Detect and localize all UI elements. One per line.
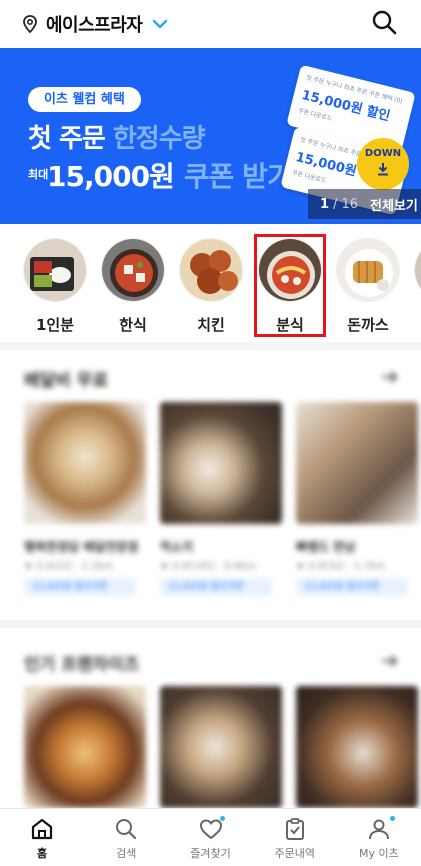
category-label: 치킨: [197, 316, 225, 334]
category-pork-cutlet[interactable]: 돈까스: [335, 238, 401, 335]
download-arrow-icon: [378, 163, 388, 176]
section-title: 인기 프랜차이즈: [24, 655, 140, 675]
category-chicken[interactable]: 치킨: [178, 238, 244, 335]
korean-stew-image: [101, 238, 165, 302]
promo-banner[interactable]: 이츠 웰컴 혜택 첫 주문 한정수량 최대 15,000원 쿠폰 받기 첫 주문…: [0, 48, 421, 224]
restaurant-meta: ★ 4.9(32) · 1.7km: [296, 561, 386, 572]
see-all-button[interactable]: 전체보기: [370, 195, 418, 214]
sashimi-image: [414, 238, 421, 302]
category-label: 1인분: [35, 316, 75, 334]
section-divider: [0, 620, 421, 628]
nav-favorites[interactable]: 즐겨찾기: [168, 809, 252, 866]
location-pin-icon: [23, 15, 37, 33]
category-label: 돈까스: [347, 316, 389, 334]
banner-headline: 첫 주문 한정수량: [28, 118, 206, 155]
section-title: 배달비 무료: [24, 371, 109, 391]
pager-total: 16: [341, 196, 358, 212]
coupon-tag: 15,000원 할인쿠폰: [296, 578, 408, 596]
headline-first-order: 첫 주문: [28, 124, 106, 154]
clipboard-icon: [285, 818, 304, 840]
restaurant-card[interactable]: 행복한정담 배달전문점 ★ 5.0(22) · 2.3km 15,000원 할인…: [24, 402, 146, 596]
nav-label: 홈: [37, 847, 48, 860]
restaurant-meta: ★ 4.9(145) · 0.6km: [160, 561, 256, 572]
pager-current: 1: [320, 196, 330, 212]
arrow-right-icon[interactable]: [381, 370, 399, 384]
nav-search[interactable]: 검색: [84, 809, 168, 866]
nav-my-eats[interactable]: My 이츠: [337, 809, 421, 866]
nav-home[interactable]: 홈: [0, 809, 84, 866]
restaurant-card[interactable]: 빠뱅드 한남 ★ 4.9(32) · 1.7km 15,000원 할인쿠폰: [296, 402, 418, 596]
nav-order-history[interactable]: 주문내역: [253, 809, 337, 866]
restaurant-image: [296, 402, 418, 524]
pager-separator: /: [333, 196, 338, 212]
chevron-down-icon[interactable]: [152, 19, 168, 29]
heart-icon: [199, 819, 222, 840]
bunsik-image: [258, 238, 322, 302]
top-bar: 에이스프라자: [0, 0, 421, 48]
down-label: DOWN: [364, 148, 402, 159]
home-icon: [31, 818, 53, 840]
restaurant-image: [24, 402, 146, 524]
user-icon: [368, 819, 389, 840]
restaurant-image: [24, 686, 146, 808]
category-sashimi[interactable]: 회: [413, 238, 421, 335]
restaurant-image: [160, 686, 282, 808]
restaurant-meta: ★ 5.0(22) · 2.3km: [24, 561, 114, 572]
section-divider: [0, 342, 421, 350]
restaurant-card[interactable]: [24, 686, 146, 808]
nav-label: My 이츠: [359, 847, 399, 860]
restaurant-name: 행복한정담 배달전문점: [24, 540, 139, 554]
welcome-benefit-pill: 이츠 웰컴 혜택: [28, 87, 141, 112]
single-meal-image: [23, 238, 87, 302]
nav-label: 주문내역: [274, 847, 315, 860]
location-label[interactable]: 에이스프라자: [46, 11, 143, 37]
notification-dot: [389, 816, 395, 821]
banner-pager: 1 / 16 전체보기: [308, 189, 421, 219]
download-badge[interactable]: DOWN: [357, 138, 409, 190]
search-icon[interactable]: [371, 9, 397, 35]
fried-chicken-image: [179, 238, 243, 302]
category-bunsik[interactable]: 분식: [257, 238, 323, 335]
max-amount: 15,000원: [47, 160, 175, 193]
nav-label: 검색: [116, 847, 137, 860]
banner-subheadline: 최대 15,000원 쿠폰 받기: [28, 155, 293, 195]
category-label: 한식: [119, 316, 147, 334]
restaurant-image: [160, 402, 282, 524]
restaurant-card[interactable]: 먹소지 ★ 4.9(145) · 0.6km 15,000원 할인쿠폰: [160, 402, 282, 596]
coupon-tag: 15,000원 할인쿠폰: [160, 578, 272, 596]
coupon-receive-text: 쿠폰 받기: [183, 160, 293, 193]
restaurant-name: 빠뱅드 한남: [296, 540, 356, 554]
category-korean[interactable]: 한식: [100, 238, 166, 335]
coupon-tag: 15,000원 할인쿠폰: [24, 578, 136, 596]
max-label: 최대: [28, 168, 49, 181]
category-single-meal[interactable]: 1인분: [22, 238, 88, 335]
search-icon: [116, 819, 137, 840]
headline-limited: 한정수량: [112, 124, 206, 154]
notification-dot: [220, 816, 226, 821]
bottom-navigation: 홈 검색 즐겨찾기 주문내역 My 이츠: [0, 808, 421, 866]
restaurant-name: 먹소지: [160, 540, 194, 554]
restaurant-card[interactable]: [296, 686, 418, 808]
nav-label: 즐겨찾기: [190, 847, 231, 860]
category-label: 회: [413, 314, 421, 335]
pork-cutlet-image: [336, 238, 400, 302]
category-strip[interactable]: 1인분 한식 치킨 분식 돈까스: [0, 224, 421, 342]
restaurant-image: [296, 686, 418, 808]
category-label: 분식: [276, 316, 304, 334]
arrow-right-icon[interactable]: [381, 654, 399, 668]
restaurant-card[interactable]: [160, 686, 282, 808]
